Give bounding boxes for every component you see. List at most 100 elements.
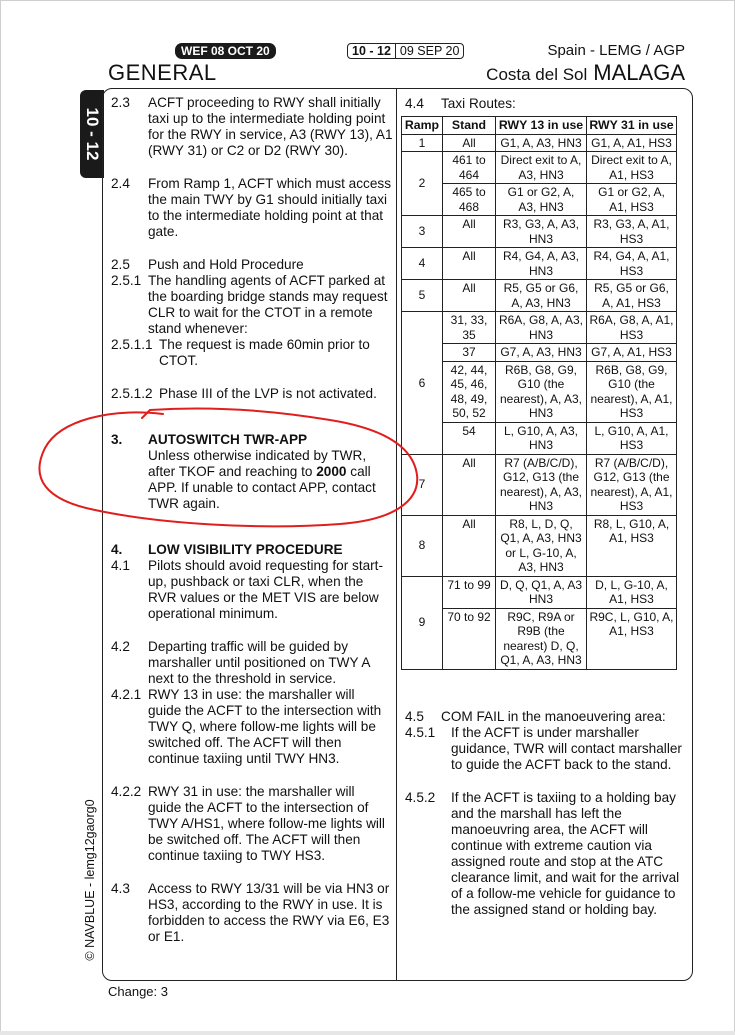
rwy31-cell: G7, A, A1, HS3 bbox=[586, 343, 677, 362]
stand-cell: 465 to 468 bbox=[442, 183, 496, 216]
page-shadow bbox=[0, 1031, 735, 1035]
rwy13-cell: R8, L, D, Q, Q1, A, A3, HN3 or L, G-10, … bbox=[495, 514, 587, 577]
item-number: 4.5 bbox=[405, 709, 424, 724]
item-number: 4.2.1 bbox=[111, 687, 142, 702]
item-text: If the ACFT is under marshaller guidance… bbox=[451, 725, 682, 772]
rwy13-cell: R7 (A/B/C/D), G12, G13 (the nearest), A,… bbox=[495, 453, 587, 516]
stand-cell: All bbox=[442, 279, 496, 312]
rwy13-cell: G1, A, A3, HN3 bbox=[495, 133, 587, 152]
table-row: 54 L, G10, A, A3, HN3 L, G10, A, A1, HS3 bbox=[402, 421, 677, 455]
item-number: 4.5.1 bbox=[405, 725, 436, 740]
stand-cell: 461 to 464 bbox=[442, 151, 496, 184]
table-row: 42, 44, 45, 46, 48, 49, 50, 52 R6B, G8, … bbox=[402, 360, 677, 423]
item-text: Unless otherwise indicated by TWR, after… bbox=[148, 448, 383, 512]
item-text: ACFT proceeding to RWY shall initially t… bbox=[148, 95, 393, 158]
ramp-cell: 8 bbox=[401, 514, 443, 577]
rwy31-cell: R3, G3, A, A1, HS3 bbox=[586, 215, 677, 248]
ramp-cell: 9 bbox=[401, 575, 443, 670]
ramp-cell: 5 bbox=[401, 279, 443, 312]
rwy13-cell: R6A, G8, A, A3, HN3 bbox=[495, 311, 587, 344]
rwy31-cell: R9C, L, G10, A, A1, HS3 bbox=[586, 607, 677, 670]
rwy31-cell: D, L, G-10, A, A1, HS3 bbox=[586, 575, 677, 609]
stand-cell: 54 bbox=[442, 421, 496, 455]
rwy31-cell: R4, G4, A, A1, HS3 bbox=[586, 247, 677, 280]
stand-cell: All bbox=[442, 133, 496, 152]
altitude-value: 2000 bbox=[316, 464, 347, 479]
item-text: RWY 13 in use: the marshaller will guide… bbox=[148, 687, 382, 766]
ramp-cell: 4 bbox=[401, 247, 443, 280]
rwy31-cell: Direct exit to A, A1, HS3 bbox=[586, 151, 677, 184]
item-number: 4.2.2 bbox=[111, 784, 142, 799]
table-row: 465 to 468 G1 or G2, A, A3, HN3 G1 or G2… bbox=[402, 183, 677, 216]
rwy31-cell: G1 or G2, A, A1, HS3 bbox=[586, 183, 677, 216]
column-header: RWY 31 in use bbox=[586, 116, 677, 135]
ramp-cell: 3 bbox=[401, 215, 443, 248]
ramp-cell: 1 bbox=[401, 133, 443, 152]
stand-cell: All bbox=[442, 247, 496, 280]
ramp-cell: 7 bbox=[401, 453, 443, 516]
item-text: From Ramp 1, ACFT which must access the … bbox=[148, 176, 391, 239]
page-tab: 10 - 12 bbox=[80, 90, 104, 178]
airport-name: Costa del Sol MALAGA bbox=[486, 60, 685, 86]
rwy31-cell: R6A, G8, A, A1, HS3 bbox=[586, 311, 677, 344]
page-number-box: 10 - 12 09 SEP 20 bbox=[347, 43, 465, 59]
table-row: 6 31, 33, 35 R6A, G8, A, A3, HN3 R6A, G8… bbox=[401, 311, 677, 455]
table-row: 70 to 92 R9C, R9A or R9B (the nearest) D… bbox=[402, 607, 677, 670]
rwy31-cell: R8, L, G10, A, A1, HS3 bbox=[586, 514, 677, 577]
item-number: 2.5.1.1 bbox=[111, 337, 153, 352]
page-number: 10 - 12 bbox=[348, 44, 396, 58]
item-number: 4.1 bbox=[111, 558, 130, 573]
item-number: 4.3 bbox=[111, 881, 130, 896]
table-row: 9 71 to 99 D, Q, Q1, A, A3 HN3 D, L, G-1… bbox=[401, 575, 677, 670]
ramp-cell: 6 bbox=[401, 311, 443, 455]
rwy13-cell: G7, A, A3, HN3 bbox=[495, 343, 587, 362]
item-text: Push and Hold Procedure bbox=[148, 257, 304, 272]
page-tab-label: 10 - 12 bbox=[83, 107, 102, 161]
item-text: Access to RWY 13/31 will be via HN3 or H… bbox=[148, 881, 390, 944]
section-heading: AUTOSWITCH TWR-APP bbox=[148, 432, 308, 447]
stand-cell: 37 bbox=[442, 343, 496, 362]
change-number: Change: 3 bbox=[108, 984, 168, 999]
rwy13-cell: D, Q, Q1, A, A3 HN3 bbox=[495, 575, 587, 609]
page-date: 09 SEP 20 bbox=[399, 44, 460, 58]
item-number: 2.5 bbox=[111, 257, 130, 272]
table-title: Taxi Routes: bbox=[441, 96, 516, 111]
column-header: RWY 13 in use bbox=[495, 116, 587, 135]
stand-cell: 42, 44, 45, 46, 48, 49, 50, 52 bbox=[442, 360, 496, 423]
taxi-routes-table: Ramp Stand RWY 13 in use RWY 31 in use 1… bbox=[401, 116, 677, 670]
ramp-cell: 2 bbox=[401, 151, 443, 216]
location-name: Costa del Sol bbox=[486, 65, 588, 84]
item-text: The request is made 60min prior to CTOT. bbox=[159, 337, 370, 368]
item-text: COM FAIL in the manoeuvering area: bbox=[441, 709, 666, 724]
rwy31-cell: G1, A, A1, HS3 bbox=[586, 133, 677, 152]
item-text: Phase III of the LVP is not activated. bbox=[159, 386, 377, 401]
table-row: 7 All R7 (A/B/C/D), G12, G13 (the neares… bbox=[401, 453, 677, 516]
table-row: 8 All R8, L, D, Q, Q1, A, A3, HN3 or L, … bbox=[401, 514, 677, 577]
rwy13-cell: R4, G4, A, A3, HN3 bbox=[495, 247, 587, 280]
column-header: Ramp bbox=[401, 116, 443, 135]
section-heading: LOW VISIBILITY PROCEDURE bbox=[148, 542, 343, 557]
rwy31-cell: R5, G5 or G6, A, A1, HS3 bbox=[586, 279, 677, 312]
city-name: MALAGA bbox=[593, 60, 685, 85]
effective-date-badge: WEF 08 OCT 20 bbox=[175, 43, 276, 59]
item-text: Pilots should avoid requesting for start… bbox=[148, 558, 383, 621]
table-row: 2 461 to 464 Direct exit to A, A3, HN3 D… bbox=[401, 151, 677, 216]
item-text: Departing traffic will be guided by mars… bbox=[148, 639, 370, 686]
table-row: 4 All R4, G4, A, A3, HN3 R4, G4, A, A1, … bbox=[401, 247, 677, 280]
section-number: 4. bbox=[111, 542, 123, 557]
rwy13-cell: R9C, R9A or R9B (the nearest) D, Q, Q1, … bbox=[495, 607, 587, 670]
table-row: 5 All R5, G5 or G6, A, A3, HN3 R5, G5 or… bbox=[401, 279, 677, 312]
section-number: 3. bbox=[111, 432, 123, 447]
item-text: The handling agents of ACFT parked at th… bbox=[148, 273, 388, 336]
item-text: RWY 31 in use: the marshaller will guide… bbox=[148, 784, 385, 863]
section-number: 4.4 bbox=[405, 96, 424, 111]
rwy13-cell: Direct exit to A, A3, HN3 bbox=[495, 151, 587, 184]
stand-cell: 71 to 99 bbox=[442, 575, 496, 609]
stand-cell: All bbox=[442, 215, 496, 248]
rwy13-cell: R6B, G8, G9, G10 (the nearest), A, A3, H… bbox=[495, 360, 587, 423]
stand-cell: 70 to 92 bbox=[442, 607, 496, 670]
table-row: 1 All G1, A, A3, HN3 G1, A, A1, HS3 bbox=[401, 133, 677, 152]
item-number: 4.2 bbox=[111, 639, 130, 654]
copyright-text: © NAVBLUE - lemg12gaorg0 bbox=[83, 799, 97, 961]
item-text: If the ACFT is taxiing to a holding bay … bbox=[451, 790, 680, 917]
